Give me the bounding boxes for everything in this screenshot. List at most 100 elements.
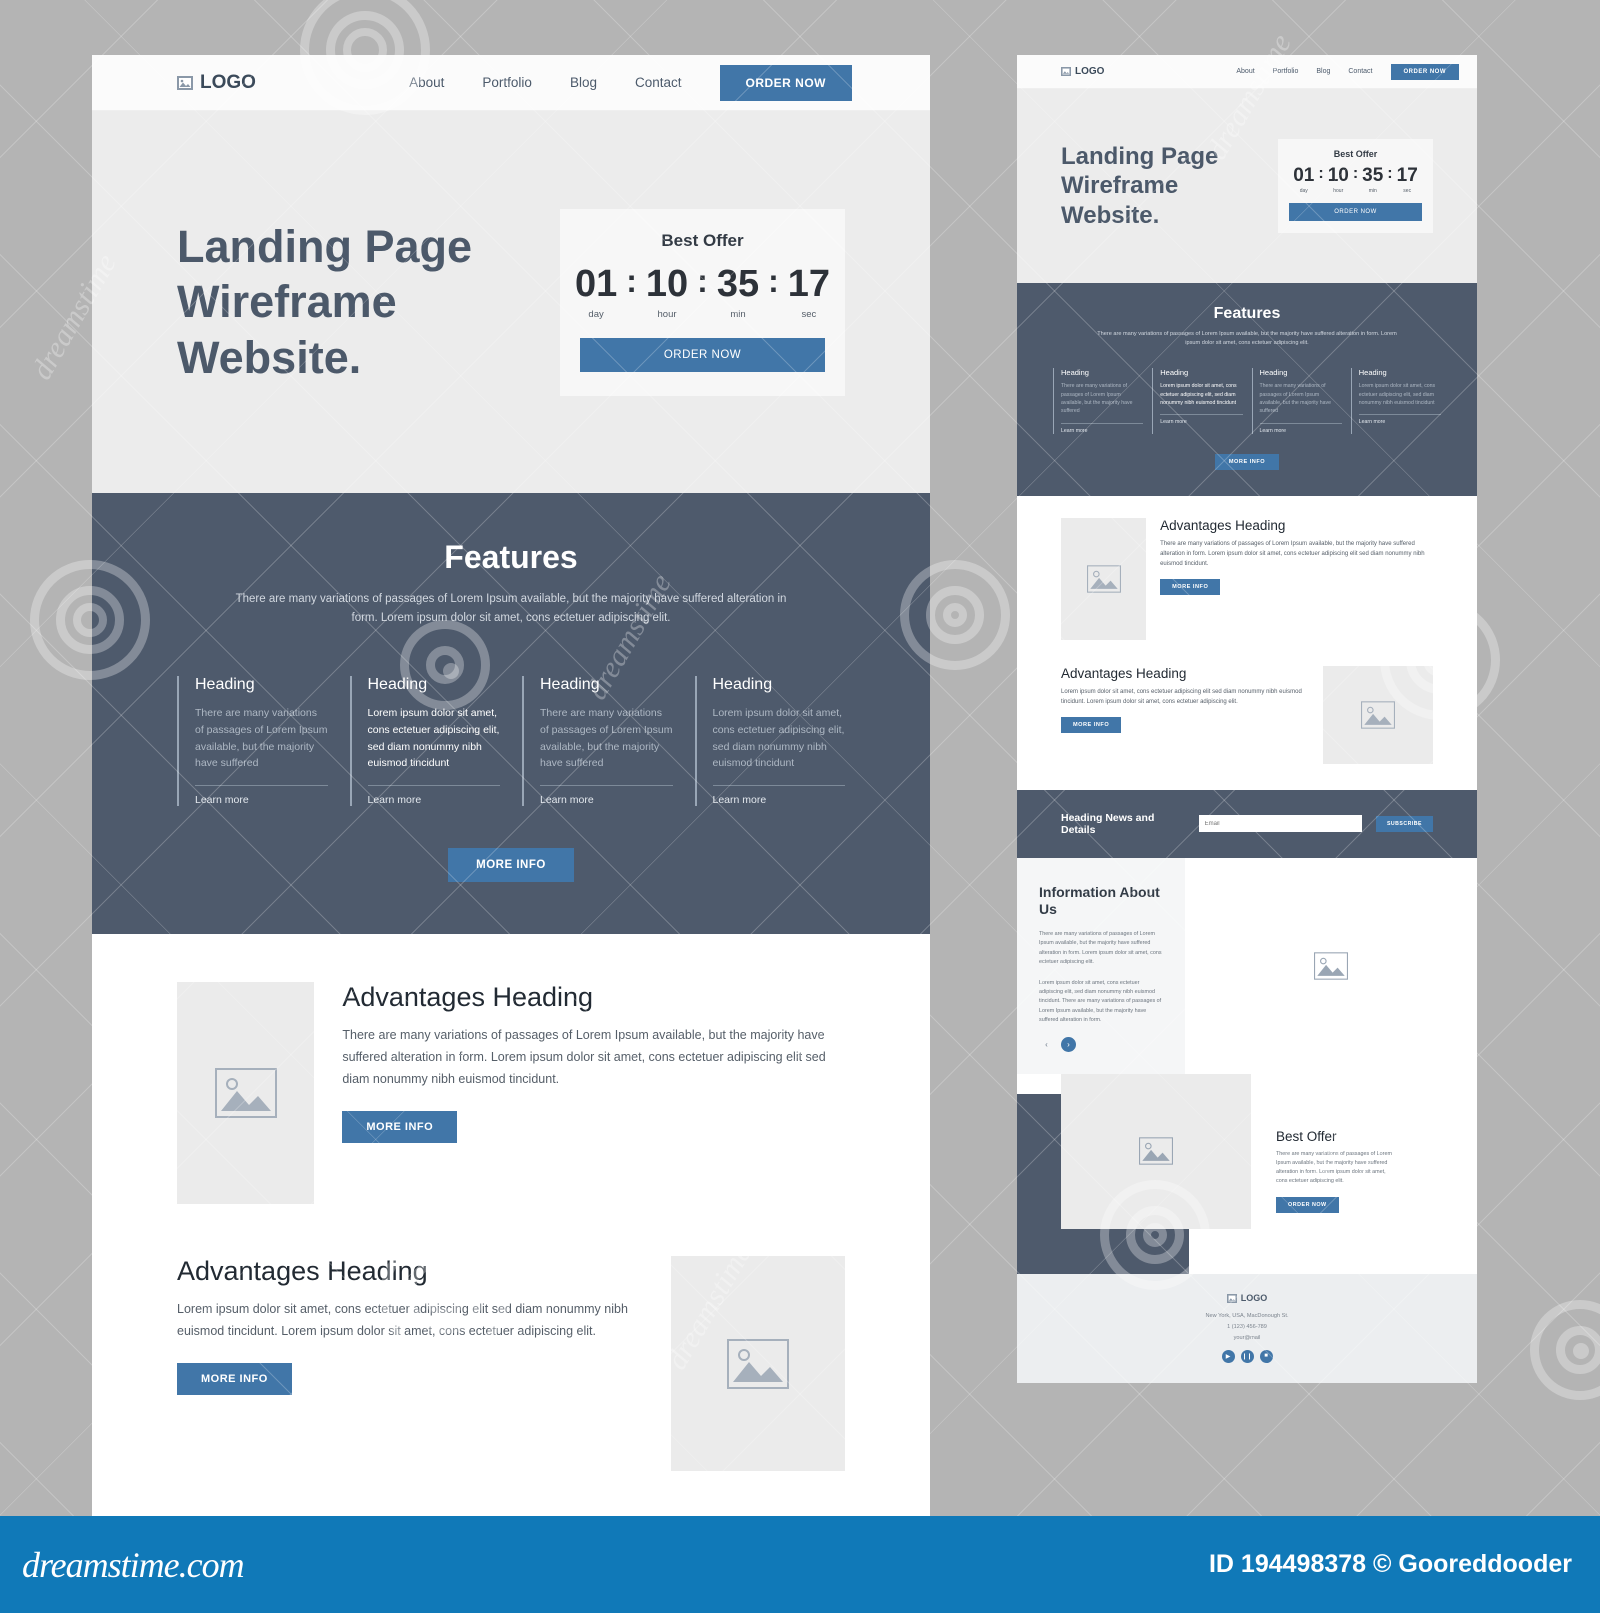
advantages-text-2: Advantages Heading Lorem ipsum dolor sit… <box>177 1256 643 1395</box>
nav-link-blog[interactable]: Blog <box>570 75 597 90</box>
dreamstime-brand: dreamstime.com <box>22 1544 245 1585</box>
feature-learn-more-link[interactable]: Learn more <box>712 785 845 806</box>
countdown-separator: : <box>768 262 779 299</box>
countdown-unit-min: 35 min <box>1362 166 1383 194</box>
countdown-value-min: 35 <box>1362 165 1384 186</box>
newsletter-section: Heading News and Details SUBSCRIBE <box>1017 789 1477 858</box>
feature-learn-more-link[interactable]: Learn more <box>367 785 500 806</box>
footer-email[interactable]: your@mail <box>1017 1335 1477 1341</box>
feature-learn-more-link[interactable]: Learn more <box>1358 414 1441 425</box>
image-placeholder <box>1061 517 1147 640</box>
features-more-info-button[interactable]: MORE INFO <box>448 848 574 883</box>
nav-link-contact[interactable]: Contact <box>635 75 682 90</box>
newsletter-title: Heading News and Details <box>1061 811 1155 836</box>
advantages-more-info-button[interactable]: MORE INFO <box>177 1362 292 1395</box>
countdown-timer: 01 day : 10 hour : 35 min : 17 sec <box>575 262 830 320</box>
feature-column: Heading There are many variations of pas… <box>522 675 673 807</box>
play-icon[interactable]: ▶ <box>1221 1349 1235 1363</box>
footer-address: New York, USA, MacDonough St. <box>1205 1312 1289 1319</box>
subscribe-button[interactable]: SUBSCRIBE <box>1375 815 1433 832</box>
advantages-row-1: Advantages Heading There are many variat… <box>177 982 845 1205</box>
advantages-more-info-button[interactable]: MORE INFO <box>1061 717 1122 734</box>
feature-body: There are many variations of passages of… <box>1259 383 1332 415</box>
stop-icon[interactable]: ■ <box>1259 1349 1273 1363</box>
countdown-separator: : <box>697 262 708 299</box>
nav-link-portfolio[interactable]: Portfolio <box>482 75 532 90</box>
feature-column: Heading Lorem ipsum dolor sit amet, cons… <box>694 675 845 807</box>
feature-heading: Heading <box>195 675 255 693</box>
logo-text: LOGO <box>200 71 256 93</box>
feature-learn-more-link[interactable]: Learn more <box>1259 422 1342 434</box>
navbar: LOGO About Portfolio Blog Contact ORDER … <box>92 55 930 111</box>
features-more-info-button[interactable]: MORE INFO <box>1214 453 1280 470</box>
features-more-info-row: MORE INFO <box>177 848 845 883</box>
image-icon <box>1061 67 1071 76</box>
advantages-text-1: Advantages Heading There are many variat… <box>1160 518 1433 596</box>
hero-title: Landing Page Wireframe Website. <box>1061 142 1219 229</box>
countdown-separator: : <box>1318 165 1324 182</box>
feature-learn-more-link[interactable]: Learn more <box>1160 414 1243 425</box>
best-offer-order-now-button[interactable]: ORDER NOW <box>1276 1196 1339 1213</box>
desktop-page-right: LOGO About Portfolio Blog Contact ORDER … <box>1017 55 1477 1383</box>
countdown-unit-hour: 10 hour <box>1328 166 1349 194</box>
countdown-label-sec: sec <box>1403 188 1412 194</box>
feature-body: There are many variations of passages of… <box>195 706 328 770</box>
feature-body: Lorem ipsum dolor sit amet, cons ectetue… <box>1160 383 1237 407</box>
countdown-unit-min: 35 min <box>717 265 759 320</box>
features-title: Features <box>444 539 578 575</box>
feature-learn-more-link[interactable]: Learn more <box>195 785 328 806</box>
order-now-button[interactable]: ORDER NOW <box>719 64 852 101</box>
features-subtitle: There are many variations of passages of… <box>1097 331 1397 347</box>
logo[interactable]: LOGO <box>177 72 256 94</box>
offer-card: Best Offer 01 day : 10 hour : 35 min: 1… <box>560 208 845 396</box>
image-icon <box>1226 1293 1237 1303</box>
countdown-label-hour: hour <box>1333 188 1344 194</box>
nav-link-portfolio[interactable]: Portfolio <box>1273 68 1299 75</box>
countdown-label-day: day <box>1299 188 1308 194</box>
chevron-right-icon[interactable]: › <box>1061 1036 1076 1052</box>
countdown-unit-sec: 17 sec <box>1397 166 1418 194</box>
image-placeholder <box>177 982 315 1205</box>
advantages-section: Advantages Heading There are many variat… <box>1017 495 1477 790</box>
information-paragraph: There are many variations of passages of… <box>1039 930 1162 966</box>
nav-link-blog[interactable]: Blog <box>1316 68 1330 75</box>
feature-heading: Heading <box>1160 368 1189 378</box>
order-now-button[interactable]: ORDER NOW <box>1390 63 1459 80</box>
countdown-label-min: min <box>730 308 746 320</box>
countdown-value-day: 01 <box>1293 165 1315 186</box>
offer-title: Best Offer <box>1333 149 1378 159</box>
pause-icon[interactable]: ❙❙ <box>1240 1349 1254 1363</box>
footer-logo[interactable]: LOGO <box>1226 1293 1267 1303</box>
countdown-unit-hour: 10 hour <box>646 265 688 320</box>
feature-learn-more-link[interactable]: Learn more <box>1061 422 1144 434</box>
offer-order-now-button[interactable]: ORDER NOW <box>1289 203 1422 221</box>
stock-credit-bar: dreamstime.com ID 194498378 © Gooreddood… <box>0 1516 1600 1613</box>
advantages-more-info-button[interactable]: MORE INFO <box>1160 579 1221 596</box>
navbar: LOGO About Portfolio Blog Contact ORDER … <box>1017 55 1477 89</box>
logo[interactable]: LOGO <box>1061 66 1104 77</box>
feature-body: Lorem ipsum dolor sit amet, cons ectetue… <box>367 706 500 770</box>
footer-social-links: ▶ ❙❙ ■ <box>1017 1349 1477 1363</box>
countdown-value-day: 01 <box>574 262 618 305</box>
feature-learn-more-link[interactable]: Learn more <box>540 785 673 806</box>
countdown-unit-day: 01 day <box>1293 166 1314 194</box>
nav-link-contact[interactable]: Contact <box>1348 68 1372 75</box>
nav-link-about[interactable]: About <box>409 75 444 90</box>
advantages-section: Advantages Heading There are many variat… <box>92 934 930 1532</box>
features-subtitle: There are many variations of passages of… <box>235 593 787 624</box>
countdown-label-min: min <box>1368 188 1377 194</box>
image-icon <box>177 75 193 90</box>
nav-link-about[interactable]: About <box>1236 68 1254 75</box>
feature-body: Lorem ipsum dolor sit amet, cons ectetue… <box>1358 383 1436 407</box>
advantages-row-1: Advantages Heading There are many variat… <box>1061 517 1433 640</box>
carousel-controls: ‹ › <box>1039 1036 1163 1052</box>
advantages-more-info-button[interactable]: MORE INFO <box>342 1110 458 1143</box>
offer-title: Best Offer <box>661 230 744 250</box>
countdown-timer: 01 day : 10 hour : 35 min : 17 sec <box>1289 165 1422 195</box>
features-grid: Heading There are many variations of pas… <box>1053 368 1441 434</box>
best-offer-body: There are many variations of passages of… <box>1276 1150 1392 1185</box>
email-input[interactable] <box>1198 815 1362 833</box>
chevron-left-icon[interactable]: ‹ <box>1039 1037 1054 1052</box>
offer-order-now-button[interactable]: ORDER NOW <box>580 337 825 372</box>
nav-links: About Portfolio Blog Contact ORDER NOW <box>1236 63 1459 80</box>
